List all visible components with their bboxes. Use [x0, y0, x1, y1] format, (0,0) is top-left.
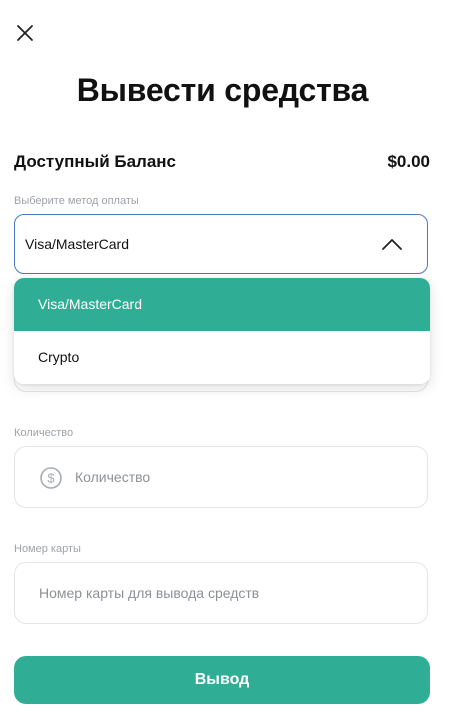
card-number-field[interactable] — [14, 562, 428, 624]
payment-method-select[interactable]: Visa/MasterCard — [14, 214, 428, 274]
amount-input[interactable] — [75, 447, 415, 507]
card-number-input[interactable] — [39, 563, 409, 623]
close-button[interactable] — [14, 22, 36, 44]
withdraw-button[interactable]: Вывод — [14, 656, 430, 704]
close-icon — [14, 22, 36, 44]
card-number-label: Номер карты — [14, 543, 81, 555]
payment-method-selected-value: Visa/MasterCard — [25, 236, 130, 252]
amount-field[interactable]: $ — [14, 446, 428, 508]
payment-method-label: Выберите метод оплаты — [14, 195, 139, 207]
payment-method-dropdown: Visa/MasterCard Crypto — [14, 278, 430, 384]
dropdown-option-visa-mastercard[interactable]: Visa/MasterCard — [14, 278, 430, 331]
balance-value: $0.00 — [387, 152, 430, 171]
amount-label: Количество — [14, 427, 74, 439]
withdraw-page: Вывести средства Доступный Баланс $0.00 … — [0, 0, 455, 722]
page-title: Вывести средства — [76, 72, 369, 108]
dollar-circle-icon: $ — [39, 466, 63, 490]
chevron-up-icon — [381, 237, 403, 251]
balance-label: Доступный Баланс — [14, 152, 177, 171]
svg-text:$: $ — [47, 471, 55, 486]
dropdown-option-crypto[interactable]: Crypto — [14, 331, 430, 384]
